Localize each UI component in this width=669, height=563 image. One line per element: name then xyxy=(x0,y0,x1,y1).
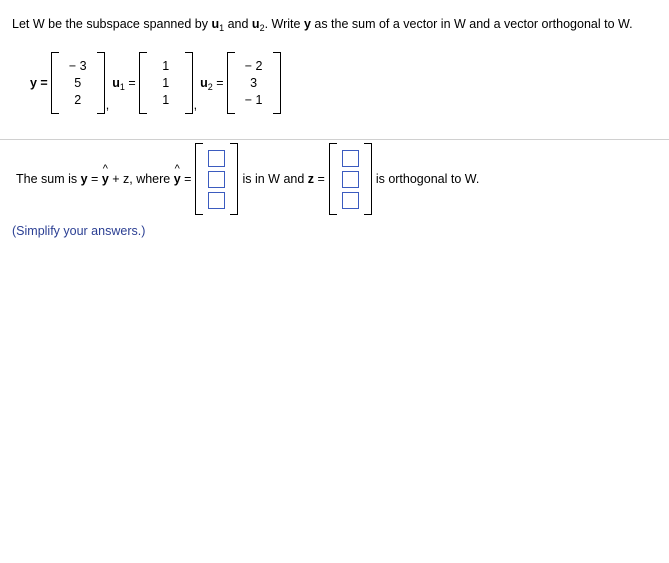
exercise-page: Let W be the subspace spanned by u1 and … xyxy=(0,0,669,563)
u2-vector-matrix: − 2 3 − 1 xyxy=(226,52,281,114)
answer-yhat-symbol: y xyxy=(102,172,109,186)
u1-bracket-left xyxy=(138,52,147,114)
y-cell-2: 5 xyxy=(74,75,82,90)
y-cell-3: 2 xyxy=(74,92,82,107)
answer-middle-text: is in W and z = xyxy=(242,172,324,186)
y-vector-label: y = xyxy=(30,76,48,90)
z-input-2[interactable] xyxy=(341,170,359,188)
yhat-input-cells xyxy=(203,143,230,215)
u1-vector-cells: 1 1 1 xyxy=(147,52,185,114)
y-inline-label: y xyxy=(303,17,311,31)
section-divider xyxy=(0,139,669,140)
yhat-bracket-left xyxy=(195,143,204,215)
y-bracket-left xyxy=(50,52,59,114)
u2-label-letter: u xyxy=(200,76,208,90)
u1-inline-label: u xyxy=(211,17,220,31)
u2-vector-cells: − 2 3 − 1 xyxy=(235,52,273,114)
u1-label-subscript: 1 xyxy=(119,82,125,92)
u2-inline-subscript: 2 xyxy=(259,23,265,33)
yhat-input-3[interactable] xyxy=(208,191,226,209)
u2-label-equals: = xyxy=(216,76,224,90)
z-bracket-right xyxy=(363,143,372,215)
answer-equals-3: = xyxy=(314,172,325,186)
answer-y-symbol: y xyxy=(80,172,88,186)
answer-lead-text: The sum is y = y + z, where y = xyxy=(16,172,191,186)
answer-yhat-symbol-2: y xyxy=(174,172,181,186)
u1-bracket-right xyxy=(184,52,193,114)
answer-equals-2: = xyxy=(180,172,192,186)
answer-entry-row: The sum is y = y + z, where y = is in W … xyxy=(12,143,483,215)
u1-cell-1: 1 xyxy=(162,58,170,73)
answer-tail-text: is orthogonal to W. xyxy=(375,172,480,186)
yhat-bracket-right xyxy=(230,143,239,215)
u2-cell-2: 3 xyxy=(250,75,258,90)
u1-inline-subscript: 1 xyxy=(219,23,225,33)
z-input-cells xyxy=(337,143,364,215)
u1-cell-3: 1 xyxy=(162,92,170,107)
answer-equals-1: = xyxy=(87,172,102,186)
u2-bracket-right xyxy=(272,52,281,114)
statement-text-and: and xyxy=(224,17,252,31)
yhat-input-1[interactable] xyxy=(208,149,226,167)
statement-text-2: . Write xyxy=(264,17,304,31)
y-vector-cells: − 3 5 2 xyxy=(59,52,97,114)
y-bracket-right xyxy=(96,52,105,114)
separator-comma-1: , xyxy=(105,98,110,112)
yhat-input-2[interactable] xyxy=(208,170,226,188)
u1-cell-2: 1 xyxy=(162,75,170,90)
z-input-1[interactable] xyxy=(341,149,359,167)
u1-vector-matrix: 1 1 1 xyxy=(138,52,193,114)
y-vector-matrix: − 3 5 2 xyxy=(50,52,105,114)
z-answer-matrix xyxy=(328,143,372,215)
z-bracket-left xyxy=(328,143,337,215)
y-label-text: y = xyxy=(30,76,48,90)
u1-vector-label: u1 = xyxy=(112,76,136,92)
y-cell-1: − 3 xyxy=(68,58,87,73)
u1-label-equals: = xyxy=(128,76,136,90)
answer-plus-z-text: + z, where xyxy=(108,172,174,186)
z-input-3[interactable] xyxy=(341,191,359,209)
answer-lead-label: The sum is xyxy=(16,172,81,186)
u2-bracket-left xyxy=(226,52,235,114)
u2-cell-1: − 2 xyxy=(244,58,263,73)
statement-text-3: as the sum of a vector in W and a vector… xyxy=(310,17,633,31)
u2-vector-label: u2 = xyxy=(200,76,224,92)
u2-cell-3: − 1 xyxy=(244,92,263,107)
simplify-note: (Simplify your answers.) xyxy=(12,224,146,238)
problem-statement: Let W be the subspace spanned by u1 and … xyxy=(12,16,662,33)
statement-text-1: Let W be the subspace spanned by xyxy=(12,17,212,31)
vector-definitions: y = − 3 5 2 , u1 = 1 1 1 , u2 = − 2 3 − … xyxy=(30,48,281,118)
answer-middle-label: is in W and xyxy=(242,172,308,186)
separator-comma-2: , xyxy=(193,98,198,112)
u2-label-subscript: 2 xyxy=(207,82,213,92)
yhat-answer-matrix xyxy=(195,143,239,215)
u1-label-letter: u xyxy=(112,76,120,90)
u2-inline-label: u xyxy=(251,17,260,31)
